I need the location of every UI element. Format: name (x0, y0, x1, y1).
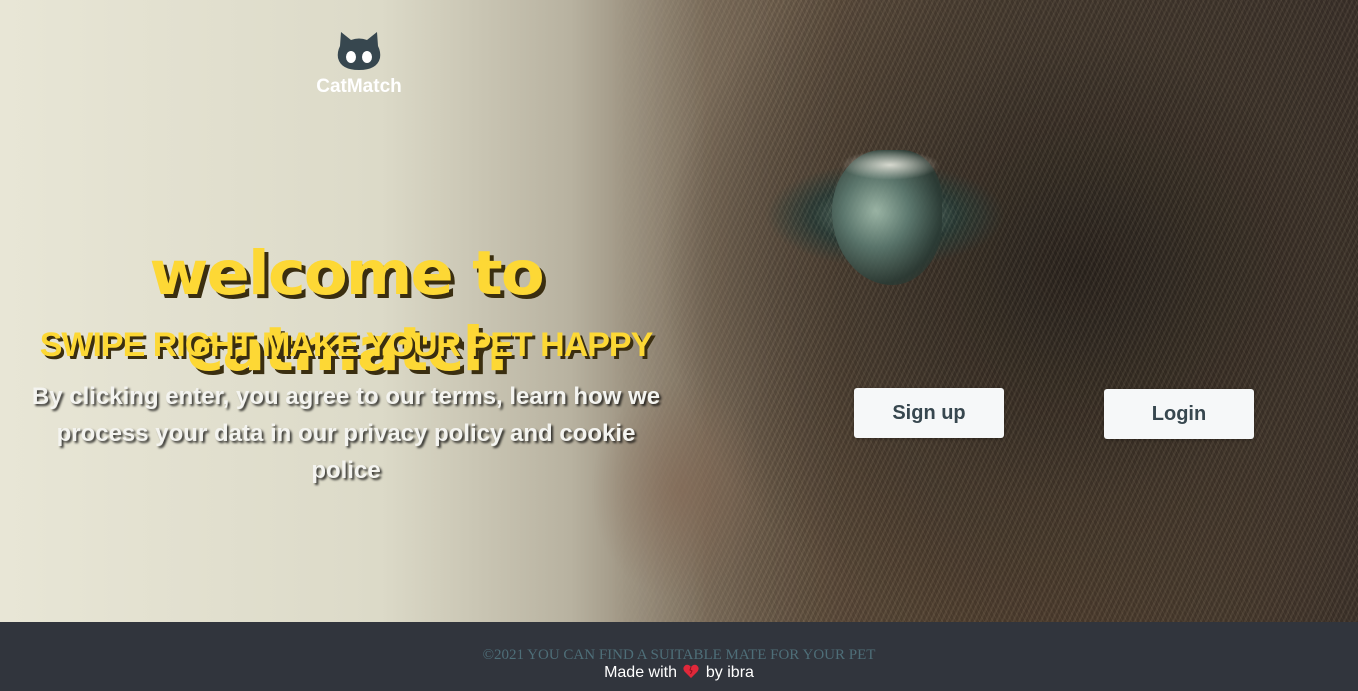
copyright-text: ©2021 YOU CAN FIND A SUITABLE MATE FOR Y… (482, 647, 876, 663)
github-cat-icon (337, 32, 381, 70)
hero-background-eye-highlight (840, 150, 940, 180)
footer: ©2021 YOU CAN FIND A SUITABLE MATE FOR Y… (0, 622, 1358, 691)
brand-name: CatMatch (316, 76, 402, 97)
login-button[interactable]: Login (1104, 389, 1254, 439)
heart-icon (683, 664, 700, 678)
hero-tagline: SWIPE RIGHT MAKE YOUR PET HAPPY (39, 326, 654, 364)
made-with-suffix: by ibra (705, 664, 754, 681)
terms-notice: By clicking enter, you agree to our term… (31, 383, 661, 484)
brand-logo[interactable]: CatMatch (300, 30, 418, 98)
signup-button[interactable]: Sign up (854, 388, 1004, 438)
hero-section: CatMatch welcome to catmatch SWIPE RIGHT… (0, 0, 1358, 622)
made-with-prefix: Made with (604, 664, 677, 681)
made-with-line: Made with by ibra (0, 664, 1358, 682)
